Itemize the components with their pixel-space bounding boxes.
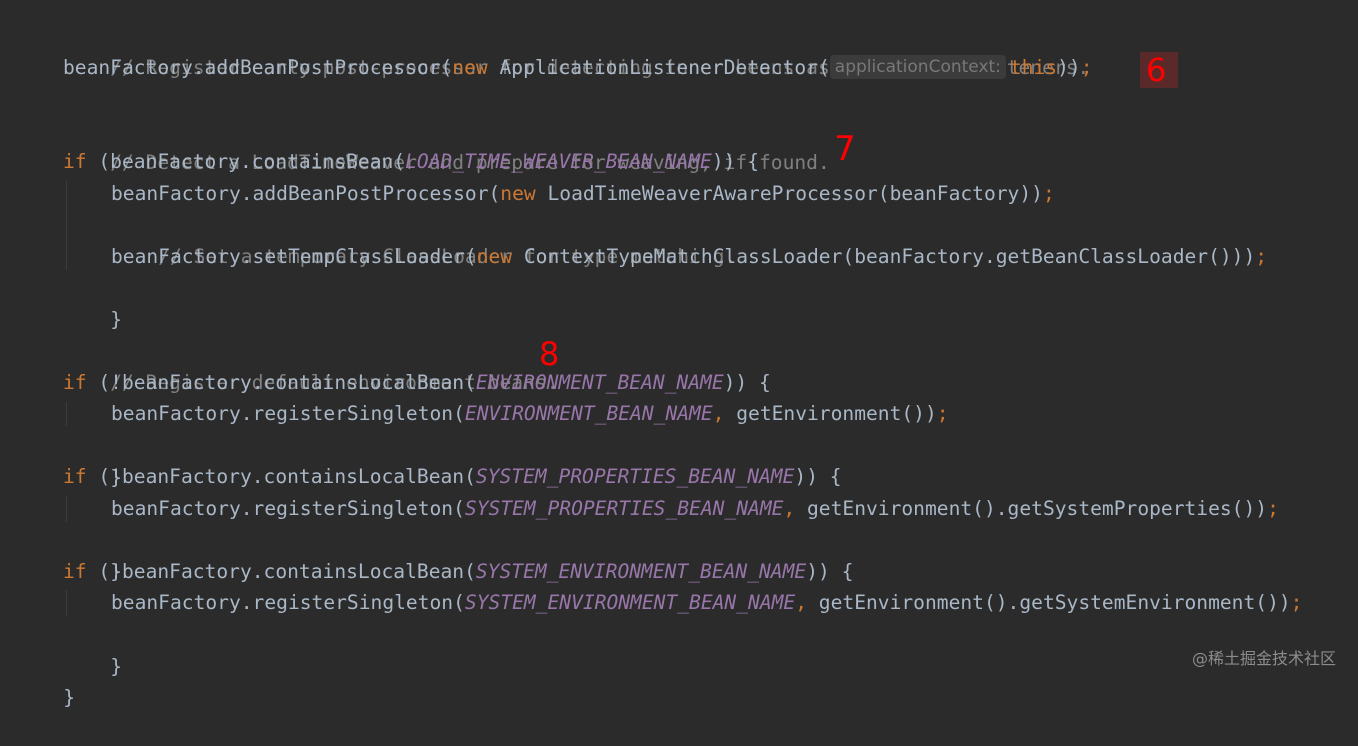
code-constant: SYSTEM_PROPERTIES_BEAN_NAME [464,497,784,520]
code-constant: LOAD_TIME_WEAVER_BEAN_NAME [405,150,712,173]
code-line-close-brace[interactable]: } [63,430,122,489]
annotation-marker-6: 6 [1140,52,1178,88]
code-line-comment-temp-classloader[interactable]: // Set a temporary ClassLoader for type … [111,209,736,268]
code-semicolon: ; [1267,497,1279,520]
code-semicolon: ; [1290,591,1303,614]
code-text: beanFactory.addBeanPostProcessor( [111,182,501,205]
code-line-comment-env-beans[interactable]: // Register default environment beans. [63,335,558,394]
code-line-if-contains-weaver[interactable]: if (beanFactory.containsBean(LOAD_TIME_W… [63,146,759,178]
code-text: getEnvironment().getSystemProperties()) [795,497,1268,520]
code-line-register-system-environment[interactable]: beanFactory.registerSingleton(SYSTEM_ENV… [111,587,1302,619]
code-text: (!beanFactory.containsLocalBean( [86,465,476,488]
code-keyword: if [63,371,87,394]
code-brace: } [63,686,75,709]
code-keyword: if [63,150,87,173]
code-line-add-weaver-processor[interactable]: beanFactory.addBeanPostProcessor(new Loa… [111,178,1055,210]
code-text: (!beanFactory.containsLocalBean( [86,560,476,583]
code-text: beanFactory.registerSingleton( [111,402,465,425]
code-text: ApplicationListenerDetector( [487,56,830,79]
code-text: )) { [711,150,760,173]
code-line-close-brace[interactable]: } [63,619,122,678]
code-text: )) [1057,56,1081,79]
code-semicolon: ; [1255,245,1268,268]
code-constant: SYSTEM_ENVIRONMENT_BEAN_NAME [475,560,807,583]
code-text: beanFactory.registerSingleton( [111,497,465,520]
code-brace: } [110,308,122,331]
code-text: (beanFactory.containsBean( [86,150,406,173]
code-brace: } [110,655,122,678]
code-keyword: if [63,560,87,583]
code-line-if-system-properties[interactable]: if (!beanFactory.containsLocalBean(SYSTE… [63,461,842,493]
annotation-marker-8: 8 [539,335,560,373]
code-line-method-close-brace[interactable]: } [16,650,75,709]
code-text: (!beanFactory.containsLocalBean( [86,371,476,394]
code-text: )) { [794,465,842,488]
code-line-close-brace[interactable]: } [63,524,122,583]
code-line-register-environment[interactable]: beanFactory.registerSingleton(ENVIRONMEN… [111,398,949,430]
annotation-marker-7: 7 [834,129,856,169]
code-text: getEnvironment().getSystemEnvironment()) [807,591,1291,614]
code-text: )) { [806,560,854,583]
code-semicolon: ; [1042,182,1055,205]
code-keyword: new [476,245,513,268]
code-constant: ENVIRONMENT_BEAN_NAME [475,371,724,394]
code-line-register-system-properties[interactable]: beanFactory.registerSingleton(SYSTEM_PRO… [111,493,1279,525]
code-keyword: this [1009,56,1058,79]
code-line-set-temp-classloader[interactable]: beanFactory.setTempClassLoader(new Conte… [111,241,1267,273]
code-comma: , [712,402,725,425]
code-text: ContextTypeMatchClassLoader(beanFactory.… [512,245,1256,268]
code-constant: SYSTEM_PROPERTIES_BEAN_NAME [475,465,795,488]
watermark: @稀土掘金技术社区 [1191,649,1336,668]
code-line-add-listener-detector[interactable]: beanFactory.addBeanPostProcessor(new App… [63,52,1092,84]
code-text: LoadTimeWeaverAwareProcessor(beanFactory… [535,182,1043,205]
code-editor[interactable]: // Register early post-processor for det… [0,0,1358,709]
code-text: )) { [723,371,771,394]
code-keyword: new [452,56,488,79]
code-text: beanFactory.registerSingleton( [111,591,465,614]
code-keyword: if [63,465,87,488]
code-line-if-environment[interactable]: if (!beanFactory.containsLocalBean(ENVIR… [63,367,771,399]
code-semicolon: ; [1080,56,1093,79]
code-constant: ENVIRONMENT_BEAN_NAME [464,402,713,425]
code-text: beanFactory.addBeanPostProcessor( [63,56,453,79]
code-text: getEnvironment()) [724,402,937,425]
code-line-if-system-environment[interactable]: if (!beanFactory.containsLocalBean(SYSTE… [63,556,853,588]
code-line-comment-detect-weaver[interactable]: // Detect a LoadTimeWeaver and prepare f… [63,115,830,174]
code-line-comment-register-early[interactable]: // Register early post-processor for det… [63,20,1089,79]
code-comma: , [795,591,808,614]
code-text: beanFactory.setTempClassLoader( [111,245,477,268]
parameter-hint: applicationContext: [829,55,1006,79]
code-semicolon: ; [936,402,949,425]
code-comma: , [783,497,796,520]
code-keyword: new [500,182,536,205]
code-constant: SYSTEM_ENVIRONMENT_BEAN_NAME [464,591,796,614]
code-line-close-brace[interactable]: } [63,272,122,331]
